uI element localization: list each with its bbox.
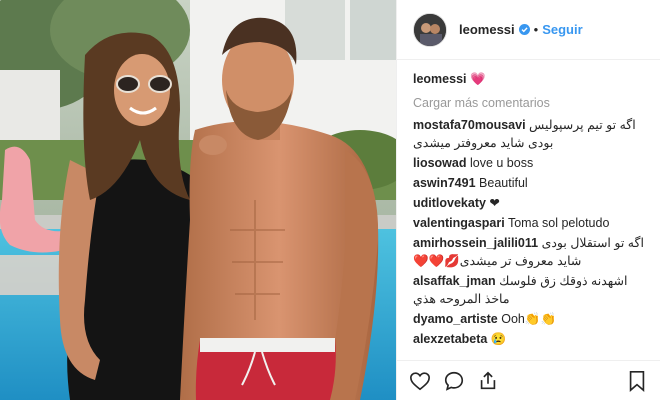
- caption-username[interactable]: leomessi: [413, 72, 467, 86]
- comment-username[interactable]: dyamo_artiste: [413, 312, 498, 326]
- comments-list: leomessi 💗 Cargar más comentarios mostaf…: [397, 60, 660, 350]
- share-button[interactable]: [475, 368, 501, 394]
- post-photo[interactable]: [0, 0, 396, 400]
- comment-text: Beautiful: [479, 176, 528, 190]
- like-button[interactable]: [407, 368, 433, 394]
- comment-text: ❤: [489, 196, 500, 210]
- user-avatar[interactable]: [413, 12, 447, 47]
- comment-item: alexzetabeta 😢: [413, 330, 660, 348]
- comment-item: valentingaspari Toma sol pelotudo: [413, 214, 660, 232]
- comment-username[interactable]: liosowad: [413, 156, 466, 170]
- save-button[interactable]: [624, 368, 650, 394]
- load-more-comments-button[interactable]: Cargar más comentarios: [413, 96, 660, 110]
- header-separator: •: [533, 22, 539, 37]
- comment-item: aswin7491 Beautiful: [413, 174, 660, 192]
- verified-badge-icon: [518, 24, 530, 35]
- comment-username[interactable]: valentingaspari: [413, 216, 505, 230]
- caption: leomessi 💗: [413, 70, 660, 88]
- comment-username[interactable]: alexzetabeta: [413, 332, 487, 346]
- comment-item: alsaffak_jman اشهدنه ذوقك زق فلوسك ماخذ …: [413, 272, 660, 308]
- post-header: leomessi • Seguir: [397, 0, 660, 60]
- comment-icon: [444, 371, 464, 391]
- comment-username[interactable]: uditlovekaty: [413, 196, 486, 210]
- comment-username[interactable]: amirhossein_jalili011: [413, 236, 538, 250]
- comment-item: dyamo_artiste Ooh👏👏: [413, 310, 660, 328]
- comment-item: liosowad love u boss: [413, 154, 660, 172]
- comment-username[interactable]: alsaffak_jman: [413, 274, 496, 288]
- share-icon: [480, 371, 496, 389]
- comment-button[interactable]: [441, 368, 467, 394]
- comment-username[interactable]: aswin7491: [413, 176, 476, 190]
- comment-item: uditlovekaty ❤: [413, 194, 660, 212]
- header-username[interactable]: leomessi: [459, 22, 515, 37]
- comment-text: love u boss: [469, 156, 534, 170]
- comment-item: amirhossein_jalili011 اگه تو استقلال بود…: [413, 234, 660, 270]
- instagram-post: leomessi • Seguir leomessi 💗 Cargar más …: [0, 0, 660, 400]
- post-side-panel: leomessi • Seguir leomessi 💗 Cargar más …: [396, 0, 660, 400]
- comment-text: Ooh👏👏: [501, 312, 557, 326]
- comment-text: 😢: [490, 332, 507, 346]
- heart-icon: [410, 371, 430, 390]
- post-photo-illustration: [0, 0, 396, 400]
- caption-text: 💗: [470, 72, 486, 86]
- avatar-image: [414, 13, 446, 46]
- post-actions-bar: [397, 360, 660, 400]
- follow-button[interactable]: Seguir: [542, 22, 582, 37]
- bookmark-icon: [629, 370, 645, 392]
- comment-item: mostafa70mousavi اگه تو تیم پرسپولیس بود…: [413, 116, 660, 152]
- comment-username[interactable]: mostafa70mousavi: [413, 118, 526, 132]
- comment-text: Toma sol pelotudo: [507, 216, 610, 230]
